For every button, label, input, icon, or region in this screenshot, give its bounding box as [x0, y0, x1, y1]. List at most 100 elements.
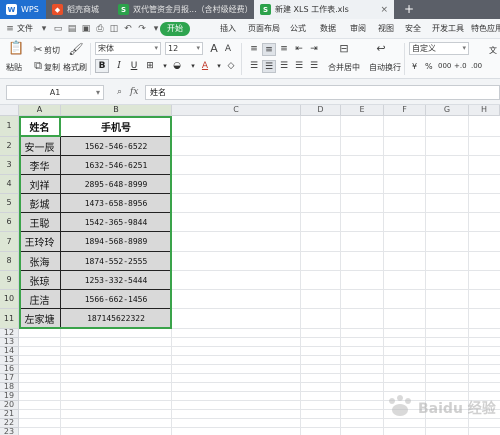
tab-wps[interactable]: W WPS: [0, 0, 46, 19]
currency-button[interactable]: ¥: [412, 62, 417, 71]
open-folder-icon[interactable]: ▤: [66, 22, 78, 36]
fill-color-icon[interactable]: ◒: [170, 59, 184, 73]
tab-review[interactable]: 审阅: [350, 19, 366, 39]
phone-cell[interactable]: 1874-552-2555: [61, 252, 172, 271]
tab-page-layout[interactable]: 页面布局: [248, 19, 280, 39]
phone-cell[interactable]: 1473-658-8956: [61, 194, 172, 213]
tab-data[interactable]: 数据: [320, 19, 336, 39]
align-bottom-icon[interactable]: ≡: [277, 43, 291, 56]
column-header-c[interactable]: C: [172, 105, 301, 116]
wrap-text-button[interactable]: 自动换行: [369, 62, 401, 73]
scissors-icon[interactable]: ✂: [31, 43, 45, 57]
name-cell[interactable]: 安一辰: [19, 137, 61, 156]
menu-hamburger-icon[interactable]: ≡: [4, 22, 16, 36]
align-middle-icon[interactable]: ≡: [262, 43, 276, 56]
paste-icon[interactable]: 📋: [8, 42, 24, 58]
zoom-icon[interactable]: ⌕: [117, 85, 122, 100]
column-header-b[interactable]: B: [61, 105, 172, 116]
formula-input[interactable]: 姓名: [145, 85, 500, 100]
tab-mall[interactable]: ◆ 稻壳商城: [46, 0, 112, 19]
border-icon[interactable]: ⊞: [143, 59, 157, 73]
phone-cell[interactable]: 187145622322: [61, 309, 172, 329]
phone-cell[interactable]: 2895-648-8999: [61, 175, 172, 194]
align-top-icon[interactable]: ≡: [247, 43, 261, 56]
tab-developer[interactable]: 开发工具: [432, 19, 464, 39]
tab-document[interactable]: S 双代管资金月报...（含村级经费） ×: [112, 0, 254, 19]
undo-icon[interactable]: ↶: [122, 22, 134, 36]
save-icon[interactable]: ▣: [80, 22, 92, 36]
new-file-icon[interactable]: ▭: [52, 22, 64, 36]
row-header[interactable]: 4: [0, 175, 19, 194]
number-format-select[interactable]: 自定义 ▾: [409, 42, 469, 55]
tab-special[interactable]: 特色应用: [471, 19, 500, 39]
copy-icon[interactable]: ⧉: [31, 59, 45, 73]
tab-insert[interactable]: 插入: [220, 19, 236, 39]
justify-icon[interactable]: ☰: [292, 60, 306, 73]
font-color-icon[interactable]: A: [198, 59, 212, 73]
row-header[interactable]: 6: [0, 213, 19, 232]
tab-new-workbook[interactable]: S 新建 XLS 工作表.xls ×: [254, 0, 394, 19]
align-center-icon[interactable]: ☰: [262, 60, 276, 73]
phone-cell[interactable]: 1542-365-9844: [61, 213, 172, 232]
select-all-corner[interactable]: [0, 105, 19, 116]
row-header[interactable]: 10: [0, 290, 19, 309]
align-right-icon[interactable]: ☰: [277, 60, 291, 73]
column-header-d[interactable]: D: [301, 105, 341, 116]
underline-button[interactable]: U: [127, 59, 141, 73]
increase-font-icon[interactable]: A: [207, 42, 221, 56]
percent-button[interactable]: %: [425, 62, 433, 71]
italic-button[interactable]: I: [112, 59, 126, 73]
merge-center-icon[interactable]: ⊟: [337, 42, 351, 56]
column-header-g[interactable]: G: [426, 105, 469, 116]
new-tab-button[interactable]: +: [404, 0, 414, 19]
name-cell[interactable]: 庄洁: [19, 290, 61, 309]
phone-cell[interactable]: 1562-546-6522: [61, 137, 172, 156]
phone-cell[interactable]: 1632-546-6251: [61, 156, 172, 175]
row-header[interactable]: 23: [0, 428, 19, 435]
name-cell[interactable]: 王聪: [19, 213, 61, 232]
phone-cell[interactable]: 1894-568-8989: [61, 232, 172, 252]
row-header[interactable]: 8: [0, 252, 19, 271]
paste-button[interactable]: 粘贴: [6, 62, 22, 73]
decrease-decimal-button[interactable]: .00: [471, 62, 482, 70]
decrease-font-icon[interactable]: A: [221, 42, 235, 56]
row-header[interactable]: 3: [0, 156, 19, 175]
name-cell[interactable]: 张琼: [19, 271, 61, 290]
tab-formulas[interactable]: 公式: [290, 19, 306, 39]
bold-button[interactable]: B: [95, 59, 109, 73]
name-cell[interactable]: 刘祥: [19, 175, 61, 194]
name-cell[interactable]: 王玲玲: [19, 232, 61, 252]
distribute-icon[interactable]: ☰: [307, 60, 321, 73]
tab-start[interactable]: 开始: [160, 22, 190, 36]
spreadsheet-grid[interactable]: A B C D E F G H 1 2 3 4 5 6 7 8 9 10 11 …: [0, 105, 500, 435]
merge-center-button[interactable]: 合并居中: [328, 62, 360, 73]
wrap-text-icon[interactable]: ↩: [374, 42, 388, 56]
more-button[interactable]: 文: [489, 45, 497, 56]
column-header-f[interactable]: F: [384, 105, 426, 116]
tab-view[interactable]: 视图: [378, 19, 394, 39]
copy-button[interactable]: 复制: [44, 62, 60, 73]
redo-icon[interactable]: ↷: [136, 22, 148, 36]
increase-decimal-button[interactable]: +.0: [454, 62, 467, 70]
font-size-select[interactable]: 12 ▾: [165, 42, 203, 55]
row-header[interactable]: 9: [0, 271, 19, 290]
eraser-icon[interactable]: ◇: [224, 59, 238, 73]
format-painter-button[interactable]: 格式刷: [63, 62, 87, 73]
name-cell[interactable]: 彭城: [19, 194, 61, 213]
tab-security[interactable]: 安全: [405, 19, 421, 39]
indent-right-icon[interactable]: ⇥: [307, 43, 321, 56]
align-left-icon[interactable]: ☰: [247, 60, 261, 73]
cut-button[interactable]: 剪切: [44, 45, 60, 56]
indent-left-icon[interactable]: ⇤: [292, 43, 306, 56]
header-cell-phone[interactable]: 手机号: [61, 116, 172, 137]
row-header[interactable]: 2: [0, 137, 19, 156]
fx-icon[interactable]: fx: [130, 85, 138, 100]
chevron-down-icon[interactable]: ▾: [38, 22, 50, 36]
print-preview-icon[interactable]: ◫: [108, 22, 120, 36]
menu-file[interactable]: 文件: [17, 19, 33, 39]
name-cell[interactable]: 李华: [19, 156, 61, 175]
column-header-h[interactable]: H: [469, 105, 500, 116]
row-header[interactable]: 1: [0, 116, 19, 137]
font-name-select[interactable]: 宋体 ▾: [95, 42, 161, 55]
name-cell[interactable]: 张海: [19, 252, 61, 271]
